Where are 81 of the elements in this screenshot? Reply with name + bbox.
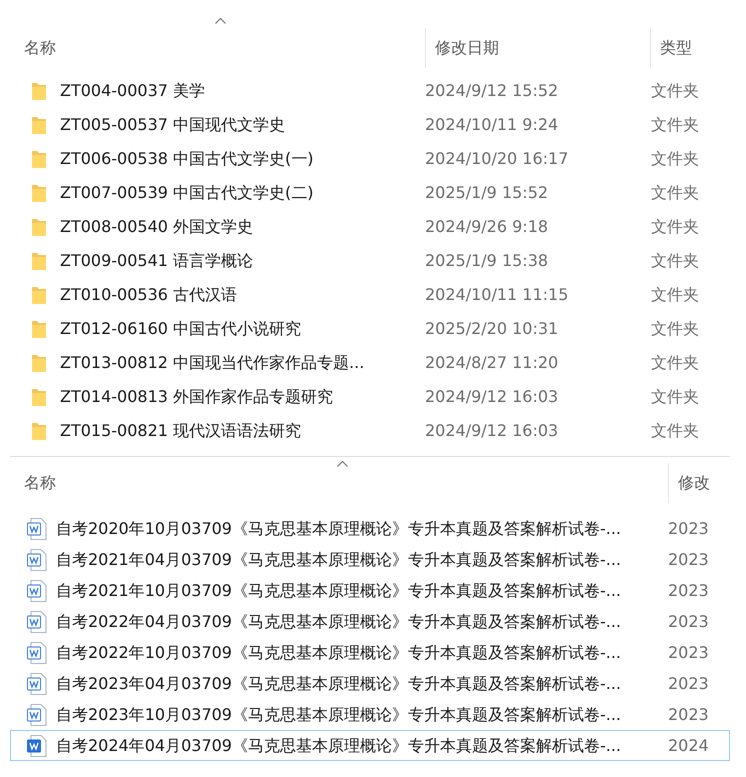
- date-modified: 2024/9/12 16:03: [425, 421, 558, 440]
- folder-name[interactable]: ZT007-00539 中国古代文学史(二): [60, 183, 314, 202]
- date-modified: 2023: [668, 518, 709, 538]
- file-type: 文件夹: [651, 421, 699, 440]
- file-type: 文件夹: [651, 251, 699, 270]
- folder-name[interactable]: ZT012-06160 中国古代小说研究: [60, 319, 302, 338]
- folder-icon: [31, 353, 47, 373]
- date-modified: 2024/10/20 16:17: [425, 149, 568, 168]
- word-document-icon: [27, 518, 47, 540]
- folder-name[interactable]: ZT009-00541 语言学概论: [60, 251, 254, 270]
- file-name: 自考2020年10月03709《马克思基本原理概论》专升本真题及答案解析试卷-...: [56, 518, 622, 538]
- folder-name[interactable]: ZT014-00813 外国作家作品专题研究: [60, 387, 334, 406]
- file-row[interactable]: 自考2023年04月03709《马克思基本原理概论》专升本真题及答案解析试卷-... 2023: [10, 668, 730, 699]
- word-document-icon: [27, 642, 47, 664]
- date-modified: 2023: [668, 642, 709, 662]
- date-modified: 2023: [668, 612, 709, 630]
- date-modified: 2024/10/11 11:15: [425, 285, 568, 304]
- date-modified: 2024/9/12 16:03: [425, 387, 558, 406]
- word-document-icon: [27, 548, 47, 570]
- folder-icon: [31, 149, 47, 169]
- folder-icon: [31, 217, 47, 237]
- folder-name[interactable]: ZT004-00037 美学: [60, 81, 206, 100]
- file-name: 自考2021年10月03709《马克思基本原理概论》专升本真题及答案解析试卷-...: [56, 580, 622, 600]
- folder-name[interactable]: ZT008-00540 外国文学史: [60, 217, 254, 236]
- file-type: 文件夹: [651, 115, 699, 134]
- file-row[interactable]: 自考2021年10月03709《马克思基本原理概论》专升本真题及答案解析试卷-... 2023: [10, 575, 730, 606]
- file-row[interactable]: 自考2020年10月03709《马克思基本原理概论》专升本真题及答案解析试卷-... 2023: [10, 513, 730, 544]
- folder-icon: [31, 285, 47, 305]
- folder-icon: [31, 387, 47, 407]
- folder-name[interactable]: ZT015-00821 现代汉语语法研究: [60, 421, 302, 440]
- date-modified: 2025/1/9 15:52: [425, 183, 548, 202]
- file-name: 自考2021年04月03709《马克思基本原理概论》专升本真题及答案解析试卷-...: [56, 550, 622, 568]
- column-header[interactable]: 类型: [660, 36, 692, 60]
- file-row[interactable]: 自考2021年04月03709《马克思基本原理概论》专升本真题及答案解析试卷-... 2023: [10, 544, 730, 575]
- file-name: 自考2022年10月03709《马克思基本原理概论》专升本真题及答案解析试卷-...: [56, 642, 622, 662]
- folder-icon: [31, 183, 47, 203]
- file-row[interactable]: 自考2022年04月03709《马克思基本原理概论》专升本真题及答案解析试卷-... 2023: [10, 606, 730, 637]
- file-row[interactable]: 自考2024年04月03709《马克思基本原理概论》专升本真题及答案解析试卷-... 2024: [10, 730, 730, 761]
- date-modified: 2023: [668, 550, 709, 568]
- folder-icon: [31, 251, 47, 271]
- file-row[interactable]: 自考2022年10月03709《马克思基本原理概论》专升本真题及答案解析试卷-... 2023: [10, 637, 730, 668]
- date-modified: 2024/9/26 9:18: [425, 217, 548, 236]
- date-modified: 2023: [668, 674, 709, 692]
- column-header[interactable]: 名称: [24, 471, 56, 495]
- file-type: 文件夹: [651, 387, 699, 406]
- folder-name[interactable]: ZT005-00537 中国现代文学史: [60, 115, 286, 134]
- file-row[interactable]: 自考2023年10月03709《马克思基本原理概论》专升本真题及答案解析试卷-... 2023: [10, 699, 730, 730]
- file-type: 文件夹: [651, 183, 699, 202]
- folder-icon: [31, 319, 47, 339]
- date-modified: 2024/9/12 15:52: [425, 81, 558, 100]
- word-document-icon: [27, 672, 47, 694]
- date-modified: 2024: [668, 736, 709, 754]
- date-modified: 2025/2/20 10:31: [425, 319, 558, 338]
- date-modified: 2024/8/27 11:20: [425, 353, 558, 372]
- date-modified: 2024/10/11 9:24: [425, 115, 558, 134]
- column-header[interactable]: 修改: [678, 471, 710, 495]
- file-type: 文件夹: [651, 217, 699, 236]
- date-modified: 2023: [668, 704, 709, 724]
- file-name: 自考2024年04月03709《马克思基本原理概论》专升本真题及答案解析试卷-...: [56, 736, 622, 754]
- file-name: 自考2023年10月03709《马克思基本原理概论》专升本真题及答案解析试卷-...: [56, 704, 622, 724]
- column-header[interactable]: 修改日期: [435, 36, 499, 60]
- file-type: 文件夹: [651, 149, 699, 168]
- file-name: 自考2023年04月03709《马克思基本原理概论》专升本真题及答案解析试卷-...: [56, 674, 622, 692]
- file-type: 文件夹: [651, 353, 699, 372]
- word-document-icon: [27, 704, 47, 726]
- folder-icon: [31, 115, 47, 135]
- column-header[interactable]: 名称: [24, 36, 56, 60]
- file-name: 自考2022年04月03709《马克思基本原理概论》专升本真题及答案解析试卷-...: [56, 612, 622, 630]
- folder-name[interactable]: ZT010-00536 古代汉语: [60, 285, 238, 304]
- file-type: 文件夹: [651, 319, 699, 338]
- folder-icon: [31, 81, 47, 101]
- folder-icon: [31, 421, 47, 441]
- date-modified: 2025/1/9 15:38: [425, 251, 548, 270]
- word-document-icon: [27, 580, 47, 602]
- word-document-icon: [27, 734, 47, 756]
- word-document-icon: [27, 610, 47, 632]
- date-modified: 2023: [668, 580, 709, 600]
- file-type: 文件夹: [651, 285, 699, 304]
- file-type: 文件夹: [651, 81, 699, 100]
- folder-name[interactable]: ZT006-00538 中国古代文学史(一): [60, 149, 314, 168]
- folder-name[interactable]: ZT013-00812 中国现当代作家作品专题...: [60, 353, 364, 372]
